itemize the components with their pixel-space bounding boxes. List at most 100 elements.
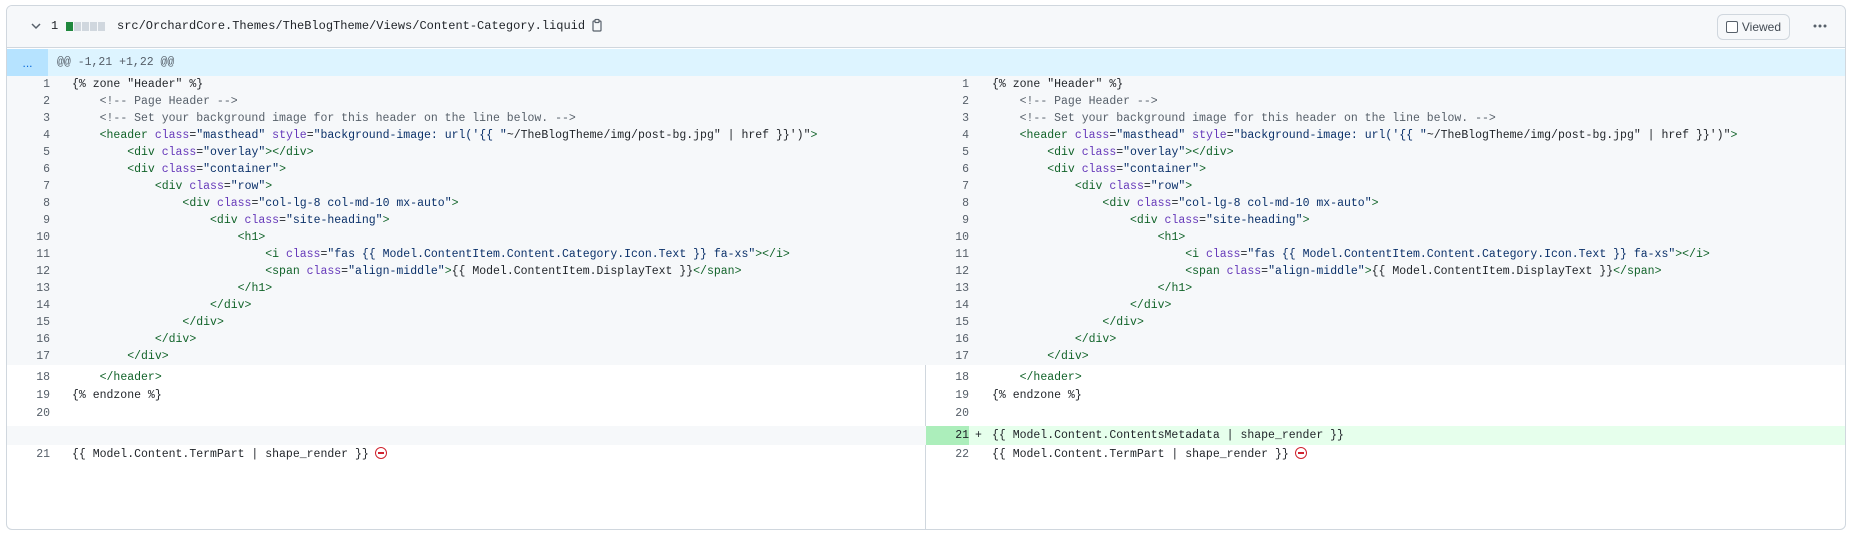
line-number-right[interactable]: 14	[926, 297, 969, 314]
diffstat-square	[90, 22, 97, 31]
line-number-left[interactable]: 16	[7, 331, 50, 348]
line-number-right[interactable]: 19	[926, 387, 969, 405]
diffstat-square	[98, 22, 105, 31]
line-number-right[interactable]: 3	[926, 110, 969, 127]
diff-row: 2 <!-- Page Header --> 2 <!-- Page Header…	[7, 93, 1845, 110]
code-right: <span class="align-middle">{{ Model.Cont…	[1185, 265, 1662, 278]
file-header: 1 src/OrchardCore.Themes/TheBlogTheme/Vi…	[7, 6, 1845, 48]
line-number-left[interactable]: 11	[7, 246, 50, 263]
line-number-left[interactable]: 7	[7, 178, 50, 195]
line-number-left[interactable]: 9	[7, 212, 50, 229]
line-number-right[interactable]: 4	[926, 127, 969, 144]
line-number-left[interactable]: 10	[7, 229, 50, 246]
diffstat-square	[82, 22, 89, 31]
code-left: <span class="align-middle">{{ Model.Cont…	[265, 265, 742, 278]
code-left: <!-- Set your background image for this …	[99, 112, 576, 125]
line-number-left[interactable]: 12	[7, 263, 50, 280]
diff-row: 12 <span class="align-middle">{{ Model.C…	[7, 263, 1845, 280]
diff-row: 7 <div class="row"> 7 <div class="row">	[7, 178, 1845, 195]
viewed-checkbox[interactable]: Viewed	[1716, 14, 1790, 40]
diff-row: 16 </div> 16 </div>	[7, 331, 1845, 348]
diff-row: 9 <div class="site-heading"> 9 <div class…	[7, 212, 1845, 229]
line-number-left[interactable]: 1	[7, 76, 50, 93]
kebab-horizontal-icon[interactable]	[1809, 15, 1831, 37]
line-number-right[interactable]: 11	[926, 246, 969, 263]
line-number-added[interactable]: 21	[926, 426, 969, 445]
code-added: {{ Model.Content.ContentsMetadata | shap…	[992, 429, 1344, 442]
code-right: <header class="masthead" style="backgrou…	[1019, 129, 1738, 142]
diff-row: 15 </div> 15 </div>	[7, 314, 1845, 331]
line-number-right[interactable]: 20	[926, 405, 969, 423]
code-right: </h1>	[1157, 282, 1193, 295]
no-newline-icon	[374, 447, 387, 459]
code-left: <!-- Page Header -->	[99, 95, 238, 108]
code-right: <div class="overlay"></div>	[1047, 146, 1234, 159]
line-number-right[interactable]: 22	[926, 445, 969, 465]
line-number-left[interactable]: 21	[7, 445, 50, 465]
code-left: <div class="site-heading">	[210, 214, 390, 227]
code-right: </div>	[1130, 299, 1172, 312]
file-path[interactable]: src/OrchardCore.Themes/TheBlogTheme/View…	[117, 19, 585, 33]
code-right: {% endzone %}	[992, 389, 1082, 402]
hunk-header: ... @@ -1,21 +1,22 @@	[7, 49, 1845, 76]
line-number-left[interactable]: 18	[7, 369, 50, 387]
code-left: <div class="col-lg-8 col-md-10 mx-auto">	[182, 197, 459, 210]
line-number-right[interactable]: 12	[926, 263, 969, 280]
line-number-right[interactable]: 7	[926, 178, 969, 195]
code-right: </header>	[1019, 371, 1082, 384]
diff-row: 8 <div class="col-lg-8 col-md-10 mx-auto…	[7, 195, 1845, 212]
line-number-right[interactable]: 2	[926, 93, 969, 110]
code-left: </header>	[99, 371, 162, 384]
diff-row: 20 20	[7, 405, 1845, 423]
line-number-left[interactable]: 4	[7, 127, 50, 144]
line-number-left[interactable]: 14	[7, 297, 50, 314]
line-number-left[interactable]: 6	[7, 161, 50, 178]
code-left: <div class="container">	[127, 163, 286, 176]
line-number-left[interactable]: 2	[7, 93, 50, 110]
changes-count: 1	[51, 19, 59, 33]
line-number-left[interactable]: 13	[7, 280, 50, 297]
line-number-right[interactable]: 13	[926, 280, 969, 297]
diff-row: 19 {% endzone %} 19 {% endzone %}	[7, 387, 1845, 405]
line-number-right[interactable]: 9	[926, 212, 969, 229]
line-number-right[interactable]: 15	[926, 314, 969, 331]
line-number-left[interactable]: 8	[7, 195, 50, 212]
line-number-left[interactable]: 15	[7, 314, 50, 331]
diff-row: 6 <div class="container"> 6 <div class="c…	[7, 161, 1845, 178]
diff-row: 14 </div> 14 </div>	[7, 297, 1845, 314]
code-left: <header class="masthead" style="backgrou…	[99, 129, 818, 142]
line-number-left[interactable]: 3	[7, 110, 50, 127]
chevron-down-icon[interactable]	[29, 19, 43, 33]
line-number-left[interactable]: 5	[7, 144, 50, 161]
line-number-right[interactable]: 1	[926, 76, 969, 93]
no-newline-icon	[1294, 447, 1307, 459]
line-number-right[interactable]: 10	[926, 229, 969, 246]
code-right: <!-- Set your background image for this …	[1019, 112, 1496, 125]
line-number-right[interactable]: 5	[926, 144, 969, 161]
line-number-right[interactable]: 17	[926, 348, 969, 365]
diff-row: 3 <!-- Set your background image for thi…	[7, 110, 1845, 127]
line-number-right[interactable]: 16	[926, 331, 969, 348]
code-right: <i class="fas {{ Model.ContentItem.Conte…	[1185, 248, 1710, 261]
copy-icon[interactable]	[590, 18, 606, 34]
checkbox-icon	[1725, 21, 1738, 33]
code-left: </div>	[182, 316, 224, 329]
line-number-left[interactable]: 20	[7, 405, 50, 423]
line-number-left[interactable]: 19	[7, 387, 50, 405]
code-left: {% zone "Header" %}	[72, 78, 204, 91]
code-left: </div>	[127, 350, 169, 363]
line-number-right[interactable]: 6	[926, 161, 969, 178]
diffstat-square	[74, 22, 81, 31]
viewed-label: Viewed	[1741, 20, 1781, 34]
code-left: </div>	[210, 299, 252, 312]
line-number-right[interactable]: 18	[926, 369, 969, 387]
expand-hunk-button[interactable]: ...	[7, 49, 48, 76]
line-number-right[interactable]: 8	[926, 195, 969, 212]
line-number-left[interactable]: 17	[7, 348, 50, 365]
diffstat	[66, 22, 105, 31]
diff-row: 4 <header class="masthead" style="backgr…	[7, 127, 1845, 144]
code-left: <i class="fas {{ Model.ContentItem.Conte…	[265, 248, 790, 261]
code-left: <div class="row">	[154, 180, 273, 193]
code-right: <div class="container">	[1047, 163, 1206, 176]
code-right: <div class="row">	[1074, 180, 1193, 193]
